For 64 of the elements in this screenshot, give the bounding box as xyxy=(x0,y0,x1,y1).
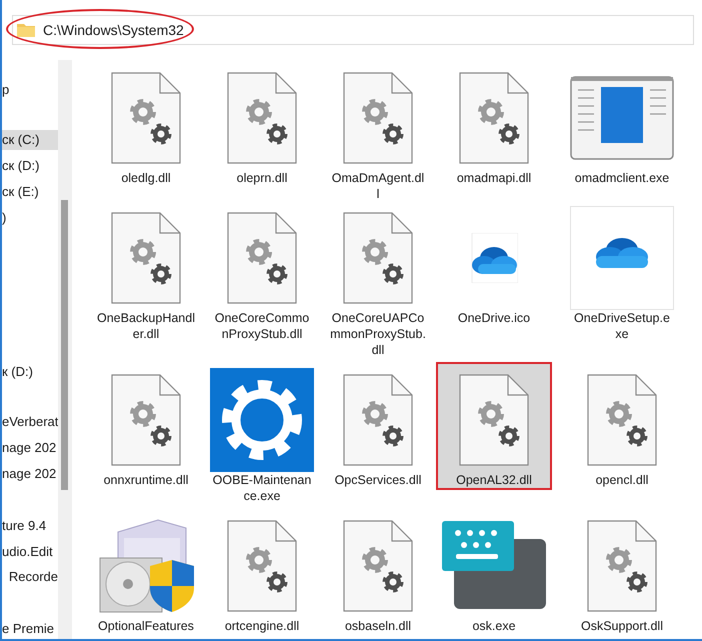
file-name: OneDrive.ico xyxy=(458,310,530,326)
gear-document-icon xyxy=(459,72,529,164)
gear-document-icon xyxy=(111,72,181,164)
file-name: osk.exe xyxy=(472,618,516,634)
file-item[interactable]: OpenAL32.dll xyxy=(438,364,550,488)
cloud-icon xyxy=(570,206,674,310)
file-name: omadmapi.dll xyxy=(456,170,532,186)
file-item[interactable]: onnxruntime.dll xyxy=(90,364,202,488)
file-name: OskSupport.dll xyxy=(581,618,663,634)
nav-item[interactable]: ск (C:) xyxy=(2,130,58,150)
file-item[interactable]: OneCoreUAPCo mmonProxyStub. dll xyxy=(322,202,434,358)
file-name: OptionalFeatures xyxy=(98,618,194,634)
file-name: OpenAL32.dll xyxy=(456,472,532,488)
file-name: opencl.dll xyxy=(596,472,648,488)
file-name: oledlg.dll xyxy=(121,170,171,186)
file-item[interactable]: OneCoreCommo nProxyStub.dll xyxy=(206,202,318,342)
file-item[interactable]: oleprn.dll xyxy=(206,62,318,186)
file-name: onnxruntime.dll xyxy=(104,472,188,488)
gear-document-icon xyxy=(343,72,413,164)
file-item[interactable]: OmaDmAgent.dl l xyxy=(322,62,434,202)
file-item[interactable]: OptionalFeatures xyxy=(90,510,202,634)
gear-document-icon xyxy=(587,374,657,466)
file-item[interactable]: OneDrive.ico xyxy=(438,202,550,326)
file-name: OOBE-Maintenan ce.exe xyxy=(212,472,312,504)
file-item[interactable]: OskSupport.dll xyxy=(560,510,684,634)
file-name: oleprn.dll xyxy=(236,170,288,186)
file-name: OneCoreCommo nProxyStub.dll xyxy=(214,310,310,342)
gear-tile-icon xyxy=(210,368,314,472)
file-name: osbaseln.dll xyxy=(344,618,411,634)
file-name: OneBackupHandl er.dll xyxy=(97,310,195,342)
file-item[interactable]: oledlg.dll xyxy=(90,62,202,186)
app-window-icon xyxy=(570,76,674,160)
gear-document-icon xyxy=(227,520,297,612)
gear-document-icon xyxy=(111,374,181,466)
file-item[interactable]: OneBackupHandl er.dll xyxy=(90,202,202,342)
gear-document-icon xyxy=(343,520,413,612)
file-item[interactable]: OOBE-Maintenan ce.exe xyxy=(206,364,318,504)
file-name: OneCoreUAPCo mmonProxyStub. dll xyxy=(330,310,426,358)
file-item[interactable]: ortcengine.dll xyxy=(206,510,318,634)
gear-document-icon xyxy=(587,520,657,612)
file-item[interactable]: osbaseln.dll xyxy=(322,510,434,634)
file-name: OmaDmAgent.dl l xyxy=(332,170,424,202)
gear-document-icon xyxy=(227,212,297,304)
file-item[interactable]: OpcServices.dll xyxy=(322,364,434,488)
file-item[interactable]: osk.exe xyxy=(438,510,550,634)
folder-path: C:\Windows\System32 xyxy=(43,20,184,40)
file-item[interactable]: omadmclient.exe xyxy=(560,62,684,186)
file-name: OpcServices.dll xyxy=(334,472,422,488)
gear-document-icon xyxy=(343,212,413,304)
file-name: OneDriveSetup.e xe xyxy=(574,310,670,342)
gear-document-icon xyxy=(343,374,413,466)
file-name: ortcengine.dll xyxy=(224,618,300,634)
scrollbar-thumb[interactable] xyxy=(61,200,68,490)
file-item[interactable]: omadmapi.dll xyxy=(438,62,550,186)
file-name: omadmclient.exe xyxy=(574,170,670,186)
gear-document-icon xyxy=(459,374,529,466)
gear-document-icon xyxy=(227,72,297,164)
keyboard-icon xyxy=(442,521,546,611)
folder-icon xyxy=(17,23,35,37)
cloud-icon xyxy=(470,233,518,283)
file-item[interactable]: OneDriveSetup.e xe xyxy=(560,202,684,342)
gear-document-icon xyxy=(111,212,181,304)
file-item[interactable]: opencl.dll xyxy=(560,364,684,488)
address-bar[interactable]: C:\Windows\System32 xyxy=(12,15,694,45)
